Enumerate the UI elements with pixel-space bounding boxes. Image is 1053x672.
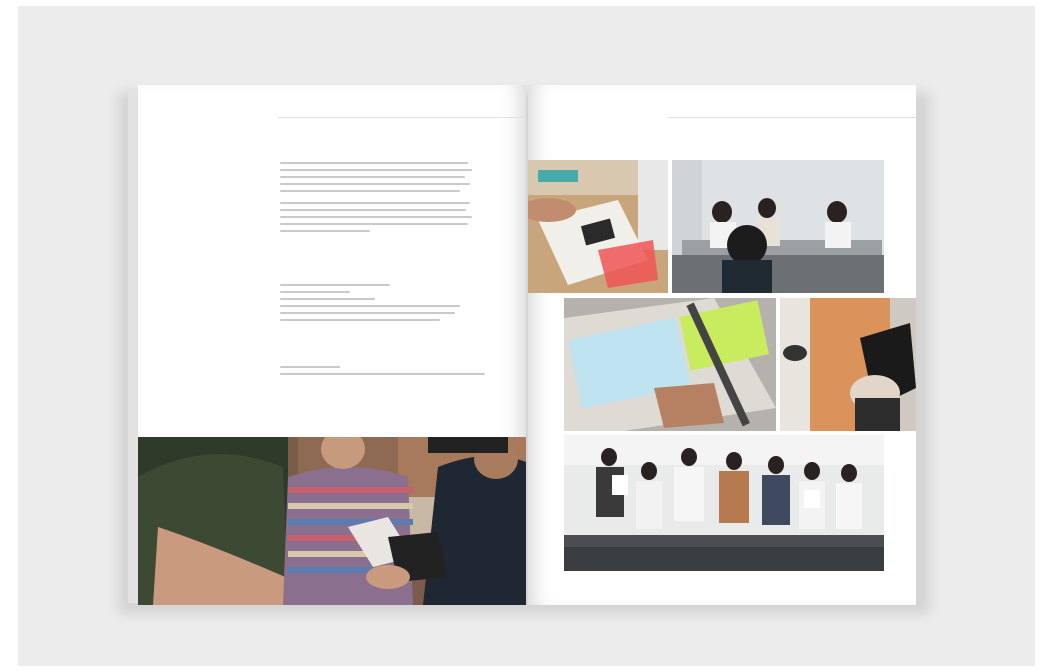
header-rule — [668, 117, 916, 118]
photo-students-presenting — [672, 160, 884, 293]
photo-sticky-notes — [564, 298, 776, 431]
paragraph-block — [280, 162, 475, 237]
right-page — [528, 85, 916, 605]
photo-hands-writing — [528, 160, 668, 293]
photo-hand-holding-device — [780, 298, 916, 431]
page-edge — [128, 89, 138, 603]
paragraph-block — [280, 366, 485, 380]
left-page — [138, 85, 526, 605]
photo-students-examining-object — [138, 437, 526, 605]
header-rule — [278, 117, 526, 118]
photo-group-holding-papers — [564, 435, 884, 571]
paragraph-block — [280, 284, 475, 326]
open-book — [128, 85, 918, 605]
